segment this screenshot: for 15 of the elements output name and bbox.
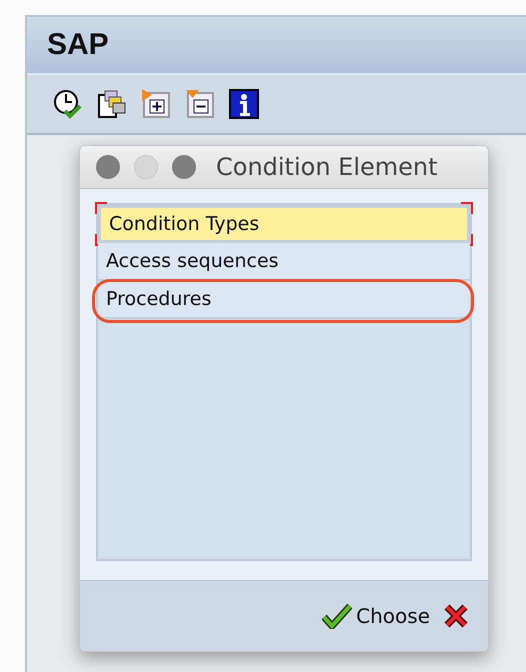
collapse-icon[interactable]	[185, 89, 215, 119]
close-icon	[444, 604, 468, 628]
dialog-title: Condition Element	[216, 153, 438, 181]
list-item[interactable]: Condition Types	[98, 205, 470, 243]
window-title: SAP	[47, 28, 109, 62]
clock-check-icon[interactable]	[53, 89, 83, 119]
copy-icon[interactable]	[97, 89, 127, 119]
window-control-button[interactable]	[172, 155, 196, 179]
cancel-button[interactable]	[444, 604, 468, 628]
window-control-button[interactable]	[96, 155, 120, 179]
checkmark-icon	[322, 603, 352, 629]
info-icon[interactable]	[229, 89, 259, 119]
choose-button[interactable]: Choose	[322, 603, 430, 629]
list-item[interactable]: Access sequences	[98, 243, 470, 281]
expand-icon[interactable]	[141, 89, 171, 119]
